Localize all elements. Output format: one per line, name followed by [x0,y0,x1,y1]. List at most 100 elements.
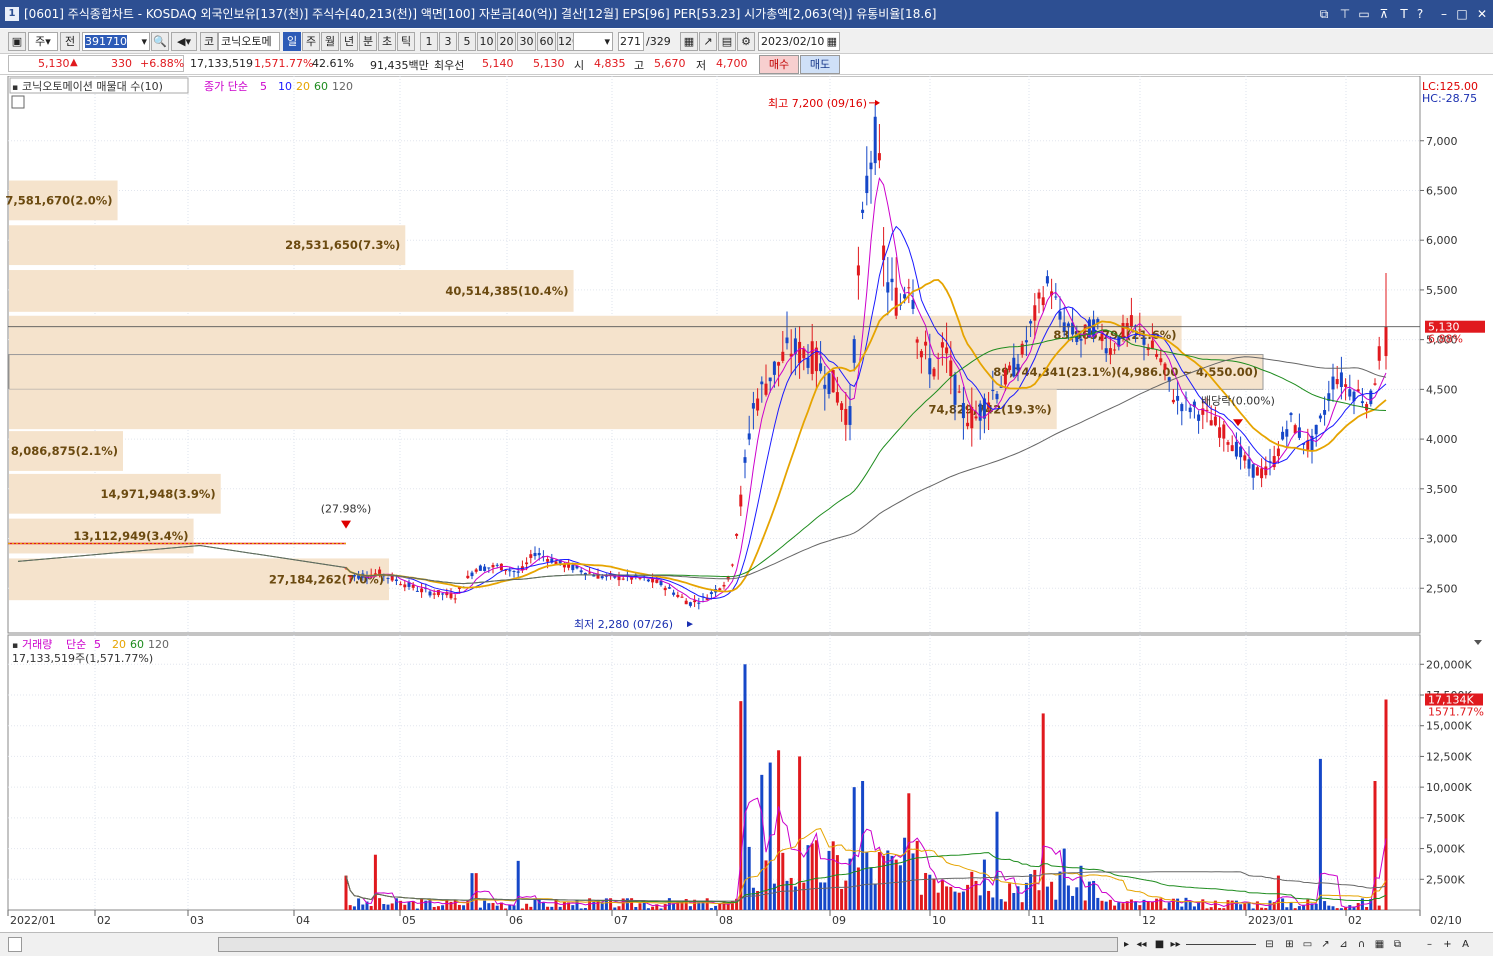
volume-bar [823,882,827,910]
sell-button[interactable]: 매도 [800,55,840,74]
low-annotation: 최저 2,280 (07/26) [574,618,673,631]
candle-body [495,564,499,566]
magnet-icon[interactable]: ∩ [1354,936,1369,953]
volume-bar [1335,908,1339,910]
period-tab-2[interactable]: 월 [321,32,339,51]
volume-bar [1117,902,1121,910]
interval-tab-10[interactable]: 10 [477,32,496,51]
calendar-icon[interactable]: ▦ [827,33,839,50]
settings-icon[interactable]: ⚙ [737,32,755,51]
candle-body [655,579,659,583]
tool-icon[interactable]: ▭ [1300,936,1315,953]
copy-icon[interactable]: ⧉ [1390,936,1405,953]
stay-on-top-icon[interactable]: ⊼ [1376,0,1392,28]
arrange-icon[interactable]: ▭ [1356,0,1372,28]
period-tab-0[interactable]: 일 [283,32,301,51]
font-icon[interactable]: T [1396,0,1412,28]
help-icon[interactable]: ? [1412,0,1428,28]
candle-body [945,347,949,354]
maximize-icon[interactable]: □ [1454,0,1470,28]
candle-body [1213,416,1217,426]
stock-chart[interactable]: 2022/01 02 03 04 05 06 07 08 09 10 11 12 2023/01 02 02… [0,76,1493,932]
crosshair-icon[interactable]: ↗ [699,32,717,51]
open-label: 시 [574,59,585,72]
scroll-left-icon[interactable] [8,937,22,952]
volume-bar [1003,901,1007,910]
period-type-select[interactable]: 주▾ [28,32,58,51]
interval-tab-20[interactable]: 20 [497,32,516,51]
stock-name-field[interactable]: 코닉오토메 [218,32,280,51]
interval-input[interactable]: ▾ [573,32,613,51]
minimize-icon[interactable]: – [1436,0,1452,28]
volume-axis-label: 7,500K [1426,812,1465,825]
count-input[interactable]: 271 [618,32,644,51]
date-input[interactable]: 2023/02/10 ▦ [758,32,840,51]
save-icon[interactable]: ▤ [718,32,736,51]
period-tab-5[interactable]: 초 [378,32,396,51]
interval-tab-1[interactable]: 1 [420,32,438,51]
volume-bar [907,793,911,910]
speed-slider[interactable] [1186,944,1256,945]
volume-bar [361,904,365,910]
interval-tab-3[interactable]: 3 [439,32,457,51]
candle-body [491,564,495,568]
layout-icon[interactable]: ▣ [8,32,26,51]
period-tab-6[interactable]: 틱 [397,32,415,51]
zoom-out-icon[interactable]: ⊟ [1262,936,1277,953]
ma-legend-item: 120 [332,80,353,93]
volume-bar [949,886,953,910]
volume-bar [1041,713,1045,910]
interval-tab-30[interactable]: 30 [517,32,536,51]
current-pct-label: 6.88% [1428,333,1463,346]
period-tab-3[interactable]: 년 [340,32,358,51]
period-tab-4[interactable]: 분 [359,32,377,51]
x-axis-label: 2023/01 [1248,914,1294,927]
stock-code-input[interactable]: 391710 ▾ [82,32,150,51]
prev-button[interactable]: 전 [60,32,80,51]
pin-icon[interactable]: ⊤ [1337,0,1353,28]
interval-tab-60[interactable]: 60 [537,32,556,51]
interval-tab-5[interactable]: 5 [458,32,476,51]
shrink-icon[interactable]: – [1422,936,1437,953]
scroll-icon[interactable]: ▦ [680,32,698,51]
candle-body [453,598,457,600]
candle-body [1058,311,1062,320]
volume-bar [789,877,793,910]
search-icon[interactable]: 🔍 [151,32,169,51]
candle-body [1037,292,1041,299]
ma-legend-item: 60 [314,80,328,93]
expand-icon[interactable]: + [1440,936,1455,953]
text-size-icon[interactable]: A [1458,936,1473,953]
candle-body [1163,363,1167,370]
volume-bar [1075,887,1079,910]
volume-bar [714,905,718,910]
sound-icon[interactable]: ◀▾ [171,32,197,51]
close-icon[interactable]: ✕ [1474,0,1490,28]
rewind-icon[interactable]: ◂◂ [1134,936,1149,953]
candle-body [394,579,398,582]
volume-bar [861,781,865,910]
zoom-in-icon[interactable]: ⊞ [1282,936,1297,953]
ma-legend-prefix: 종가 단순 [204,80,248,93]
draw-icon[interactable]: ↗ [1318,936,1333,953]
restore-layout-icon[interactable]: ⧉ [1316,0,1332,28]
volume-bar [961,891,965,910]
candle-body [1176,395,1180,401]
next-icon[interactable]: ▸ [1119,936,1134,953]
scroll-thumb[interactable] [218,937,1118,952]
ruler-icon[interactable]: ⊿ [1336,936,1351,953]
volume-axis-label: 20,000K [1426,658,1472,671]
grid-icon[interactable]: ▦ [1372,936,1387,953]
buy-button[interactable]: 매수 [759,55,799,74]
candle-body [743,457,747,463]
volume-bar [1150,901,1154,910]
candle-body [709,592,713,595]
volume-bar [529,906,533,910]
volume-bar [1050,881,1054,910]
high-label: 고 [634,59,645,72]
candle-body [470,572,474,577]
x-axis-label: 09 [832,914,846,927]
stop-icon[interactable]: ■ [1152,936,1167,953]
period-tab-1[interactable]: 주 [302,32,320,51]
fast-forward-icon[interactable]: ▸▸ [1168,936,1183,953]
